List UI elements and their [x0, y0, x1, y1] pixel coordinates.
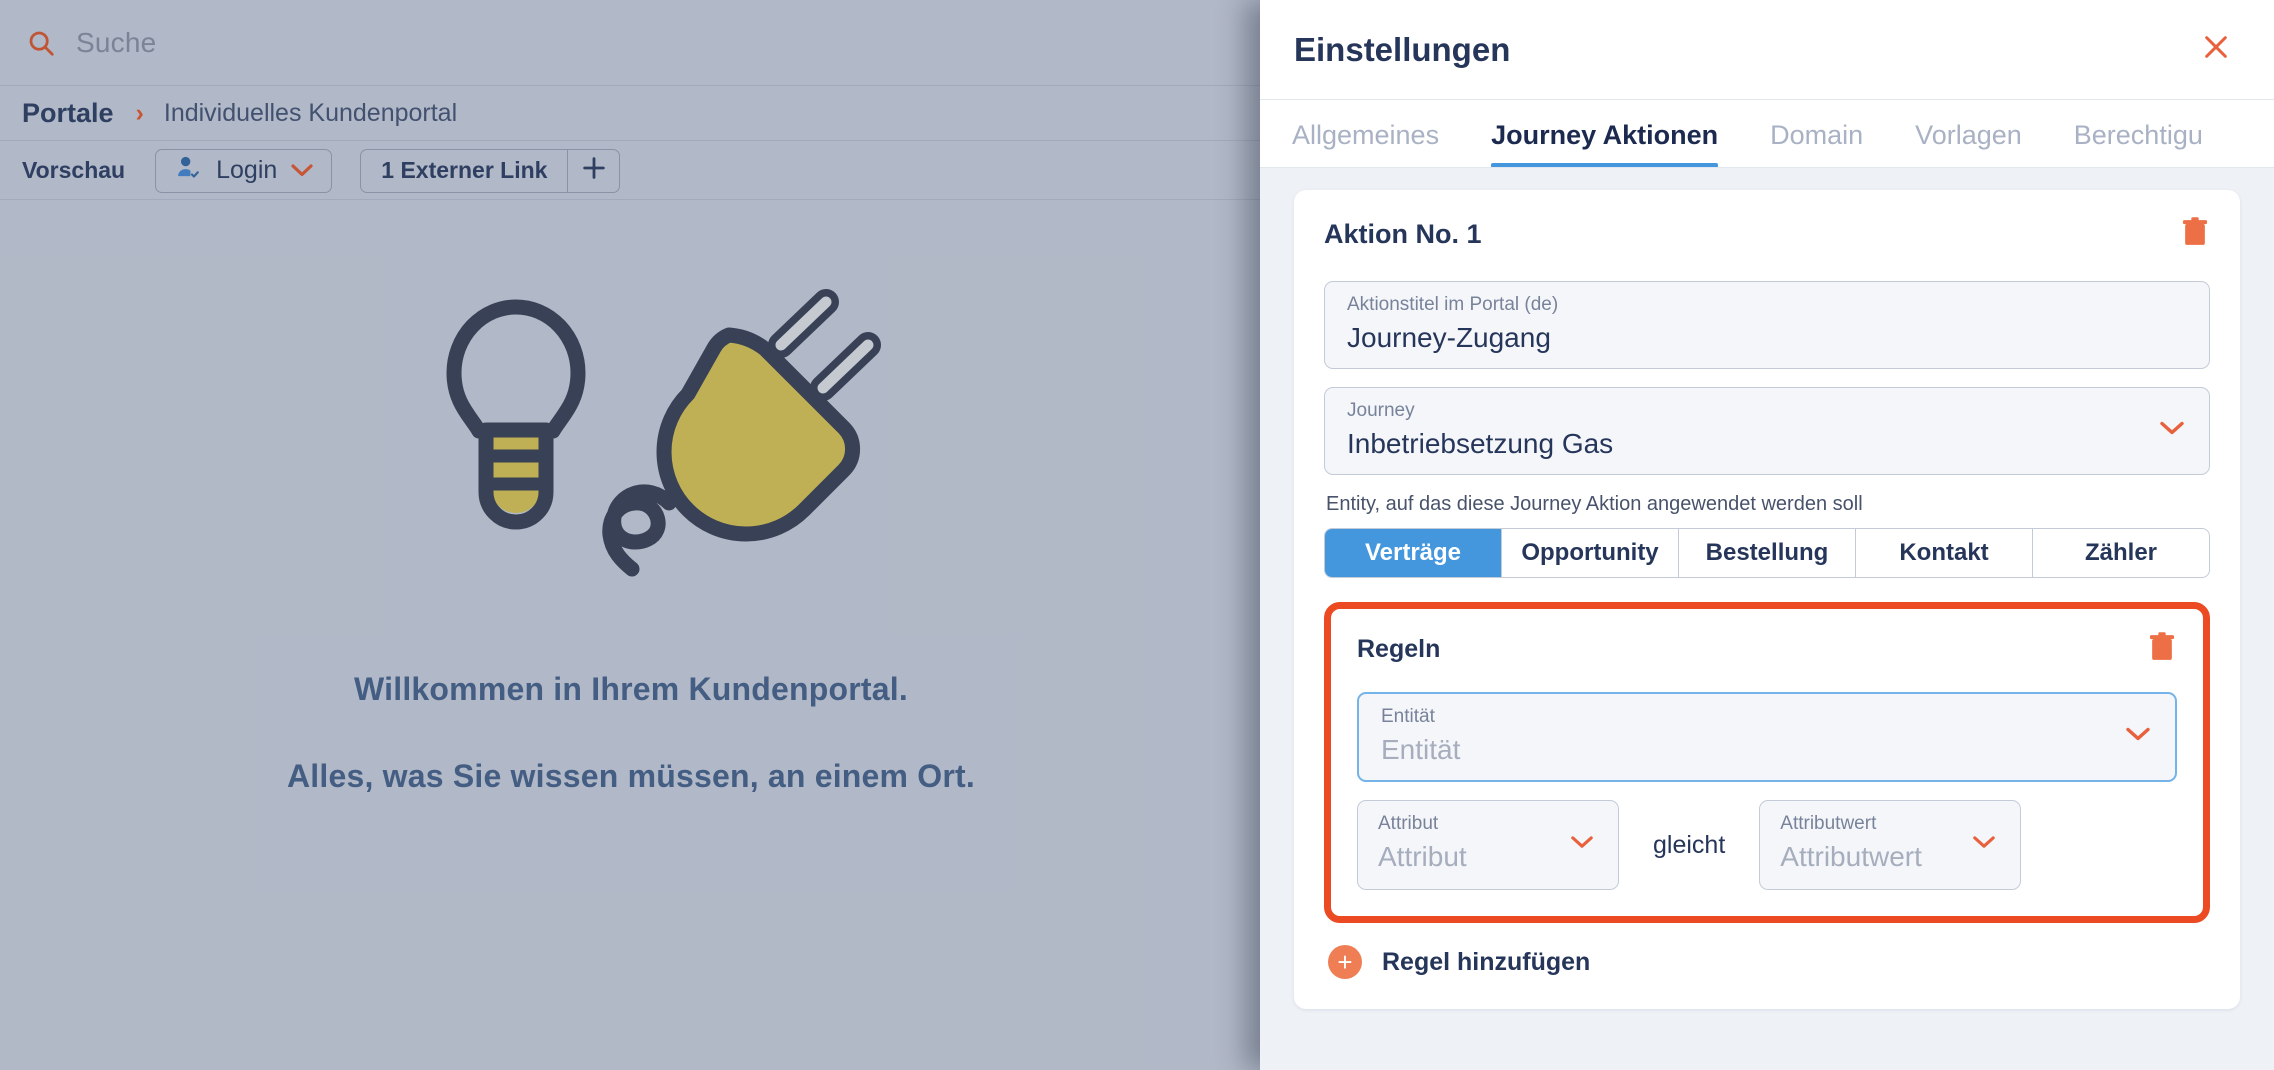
- rule-attribute-value-placeholder: Attributwert: [1780, 841, 1922, 872]
- search-icon: [26, 28, 56, 58]
- settings-panel-header: Einstellungen: [1260, 0, 2274, 100]
- chevron-down-icon: [2125, 727, 2151, 748]
- rule-attribute-value-col: Attributwert Attributwert: [1759, 800, 2022, 890]
- preview-label: Vorschau: [22, 157, 126, 183]
- chevron-down-icon: [1570, 835, 1594, 855]
- segment-vertraege[interactable]: Verträge: [1325, 529, 1502, 577]
- breadcrumb-leaf[interactable]: Individuelles Kundenportal: [164, 99, 457, 128]
- plus-circle-icon: +: [1328, 945, 1362, 979]
- action-card-title: Aktion No. 1: [1324, 219, 1482, 249]
- settings-tabs: Allgemeines Journey Aktionen Domain Vorl…: [1260, 100, 2274, 168]
- action-title-field[interactable]: Aktionstitel im Portal (de) Journey-Zuga…: [1324, 281, 2210, 369]
- plus-icon: [580, 154, 608, 188]
- trash-icon[interactable]: [2147, 631, 2177, 668]
- rule-entity-value: Entität: [1381, 734, 1461, 765]
- close-icon[interactable]: [2192, 27, 2240, 73]
- user-check-icon: [174, 154, 202, 187]
- portal-hero: Willkommen in Ihrem Kundenportal. Alles,…: [0, 200, 1262, 1070]
- tab-vorlagen[interactable]: Vorlagen: [1915, 120, 2022, 167]
- chevron-right-icon: ›: [135, 99, 144, 127]
- rule-attribute-value-select[interactable]: Attributwert Attributwert: [1759, 800, 2022, 890]
- rule-operator: gleicht: [1653, 830, 1726, 859]
- entity-segmented-control: Verträge Opportunity Bestellung Kontakt …: [1324, 528, 2210, 578]
- rules-header: Regeln: [1357, 631, 2177, 668]
- portal-toolbar: Vorschau Login 1 Externer Link: [0, 142, 1262, 200]
- journey-value: Inbetriebsetzung Gas: [1347, 428, 1614, 459]
- segment-opportunity[interactable]: Opportunity: [1502, 529, 1679, 577]
- entity-hint: Entity, auf das diese Journey Aktion ang…: [1326, 493, 1863, 515]
- tab-domain[interactable]: Domain: [1770, 120, 1863, 167]
- chevron-down-icon: [2159, 421, 2185, 442]
- rule-attribute-label: Attribut: [1378, 813, 1439, 834]
- rule-entity-select[interactable]: Entität Entität: [1357, 692, 2177, 782]
- breadcrumb: Portale › Individuelles Kundenportal: [0, 87, 1262, 141]
- settings-panel: Einstellungen Allgemeines Journey Aktion…: [1260, 0, 2274, 1070]
- external-link-group: 1 Externer Link: [360, 148, 621, 193]
- chevron-down-icon: [291, 164, 313, 177]
- segment-bestellung[interactable]: Bestellung: [1679, 529, 1856, 577]
- rule-condition-row: Attribut Attribut gleicht Attributwert A…: [1357, 800, 2177, 890]
- rule-attribute-select[interactable]: Attribut Attribut: [1357, 800, 1619, 890]
- add-rule-label: Regel hinzufügen: [1382, 947, 1591, 976]
- rule-entity-label: Entität: [1381, 706, 1435, 727]
- settings-panel-body: Aktion No. 1 Aktionstitel im Portal (de)…: [1260, 168, 2274, 1070]
- hero-subtitle: Alles, was Sie wissen müssen, an einem O…: [287, 758, 975, 794]
- journey-label: Journey: [1347, 400, 1415, 421]
- journey-select[interactable]: Journey Inbetriebsetzung Gas: [1324, 387, 2210, 475]
- action-card-header: Aktion No. 1: [1324, 216, 2210, 253]
- action-title-value[interactable]: Journey-Zugang: [1347, 322, 2187, 354]
- rule-attribute-col: Attribut Attribut: [1357, 800, 1619, 890]
- tab-allgemeines[interactable]: Allgemeines: [1292, 120, 1439, 167]
- tab-journey-aktionen[interactable]: Journey Aktionen: [1491, 120, 1719, 167]
- tab-berechtigungen[interactable]: Berechtigu: [2074, 120, 2203, 167]
- rules-section-highlighted: Regeln Entität Entität Attribut Attribut…: [1324, 602, 2210, 923]
- segment-kontakt[interactable]: Kontakt: [1856, 529, 2033, 577]
- search-bar[interactable]: Suche: [0, 0, 1262, 86]
- rule-attribute-value-label: Attributwert: [1780, 813, 1877, 834]
- breadcrumb-root[interactable]: Portale: [22, 98, 114, 129]
- rules-title: Regeln: [1357, 635, 1441, 663]
- add-external-link-button[interactable]: [567, 149, 619, 192]
- segment-zaehler[interactable]: Zähler: [2033, 529, 2209, 577]
- login-button[interactable]: Login: [155, 148, 333, 193]
- rule-attribute-value: Attribut: [1378, 841, 1467, 872]
- action-card: Aktion No. 1 Aktionstitel im Portal (de)…: [1294, 190, 2240, 1009]
- page-title: Einstellungen: [1294, 30, 1511, 68]
- lightbulb-and-plug-illustration: [351, 260, 911, 595]
- trash-icon[interactable]: [2180, 216, 2210, 253]
- search-input[interactable]: Suche: [76, 27, 156, 59]
- add-rule-button[interactable]: + Regel hinzufügen: [1324, 945, 2210, 979]
- chevron-down-icon: [1972, 835, 1996, 855]
- action-title-label: Aktionstitel im Portal (de): [1347, 294, 1559, 315]
- login-label: Login: [216, 156, 278, 184]
- external-link-button[interactable]: 1 Externer Link: [361, 150, 567, 192]
- hero-title: Willkommen in Ihrem Kundenportal.: [354, 671, 908, 707]
